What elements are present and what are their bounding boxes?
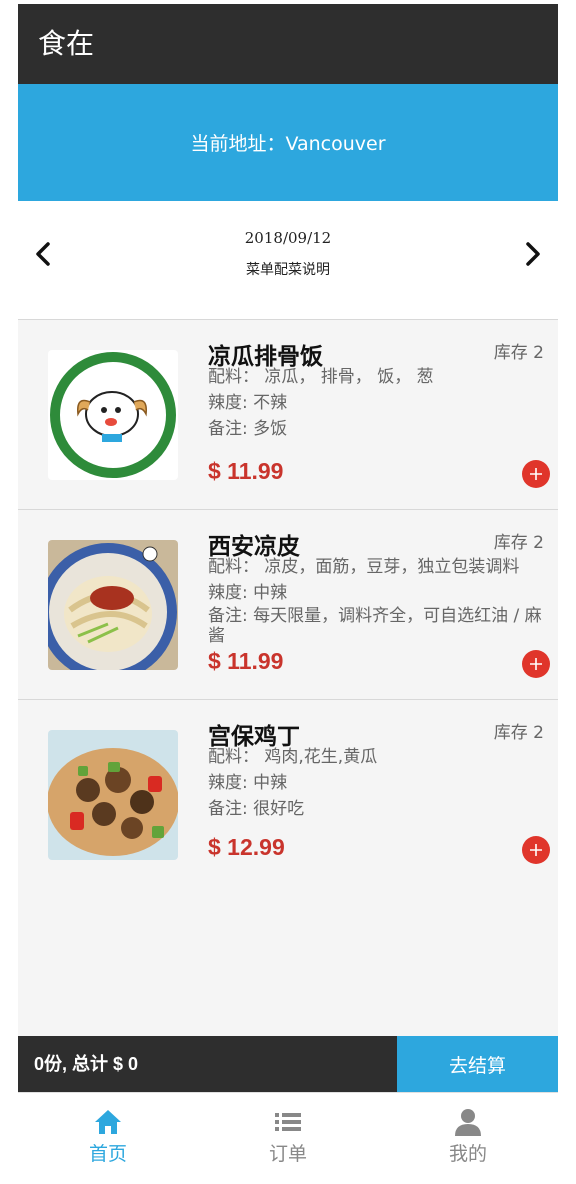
dish-remark: 备注: 很好吃 [208,799,305,819]
dish-remark: 备注: 每天限量，调料齐全，可自选红油 / 麻酱 [208,606,542,646]
dish-details: 配料： 凉瓜， 排骨， 饭， 葱 辣度: 不辣 备注: 多饭 [208,364,548,442]
plus-icon [530,468,542,480]
checkout-button[interactable]: 去结算 [397,1036,558,1092]
dish-spice-level: 辣度: 中辣 [208,773,288,793]
add-to-cart-button[interactable] [522,650,550,678]
dish-price: $ 11.99 [208,458,284,484]
dish-spice-level: 辣度: 中辣 [208,583,288,603]
user-icon [455,1109,481,1136]
dish-spice-level: 辣度: 不辣 [208,393,288,413]
chevron-right-icon[interactable] [518,240,546,268]
plus-icon [530,844,542,856]
add-to-cart-button[interactable] [522,460,550,488]
tab-home[interactable]: 首页 [18,1093,198,1172]
dish-ingredients: 配料： 凉皮，面筋，豆芽，独立包装调料 [208,557,520,577]
dish-details: 配料： 凉皮，面筋，豆芽，独立包装调料 辣度: 中辣 备注: 每天限量，调料齐全… [208,554,548,646]
cart-summary: 0份, 总计 $ 0 [34,1054,139,1074]
menu-date: 2018/09/12 [244,229,332,247]
menu-list: 凉瓜排骨饭 库存 2 配料： 凉瓜， 排骨， 饭， 葱 辣度: 不辣 备注: 多… [18,320,558,889]
dish-price: $ 12.99 [208,834,285,860]
menu-item[interactable]: 凉瓜排骨饭 库存 2 配料： 凉瓜， 排骨， 饭， 葱 辣度: 不辣 备注: 多… [18,320,558,510]
dish-remark: 备注: 多饭 [208,419,288,439]
dish-ingredients: 配料： 鸡肉,花生,黄瓜 [208,747,378,767]
home-icon [95,1110,121,1134]
tab-orders[interactable]: 订单 [198,1093,378,1172]
dish-image-liangpi [48,540,178,670]
cart-bar: 0份, 总计 $ 0 去结算 [18,1036,558,1092]
bottom-nav: 首页 订单 我的 [18,1092,558,1172]
app-frame: 食在 当前地址：Vancouver 2018/09/12 菜单配菜说明 凉瓜排骨… [18,4,558,1172]
app-header: 食在 [18,4,558,84]
current-address-text: 当前地址：Vancouver [190,133,386,155]
dish-image-logo [48,350,178,480]
tab-profile-label: 我的 [448,1143,487,1165]
stock-count: 库存 2 [493,723,544,743]
date-bar: 2018/09/12 菜单配菜说明 [18,201,558,320]
dish-ingredients: 配料： 凉瓜， 排骨， 饭， 葱 [208,367,434,387]
menu-item[interactable]: 西安凉皮 库存 2 配料： 凉皮，面筋，豆芽，独立包装调料 辣度: 中辣 备注:… [18,510,558,700]
menu-note-link[interactable]: 菜单配菜说明 [18,259,558,279]
current-address-banner[interactable]: 当前地址：Vancouver [18,84,558,201]
menu-item[interactable]: 宫保鸡丁 库存 2 配料： 鸡肉,花生,黄瓜 辣度: 中辣 备注: 很好吃 $ … [18,700,558,889]
dish-image-kungpao [48,730,178,860]
dish-details: 配料： 鸡肉,花生,黄瓜 辣度: 中辣 备注: 很好吃 [208,744,548,822]
tab-home-label: 首页 [88,1143,127,1165]
plus-icon [530,658,542,670]
app-title: 食在 [38,27,95,60]
tab-profile[interactable]: 我的 [378,1093,558,1172]
tab-orders-label: 订单 [268,1143,307,1165]
list-icon [275,1113,301,1131]
stock-count: 库存 2 [493,343,544,363]
dish-price: $ 11.99 [208,648,284,674]
stock-count: 库存 2 [493,533,544,553]
add-to-cart-button[interactable] [522,836,550,864]
